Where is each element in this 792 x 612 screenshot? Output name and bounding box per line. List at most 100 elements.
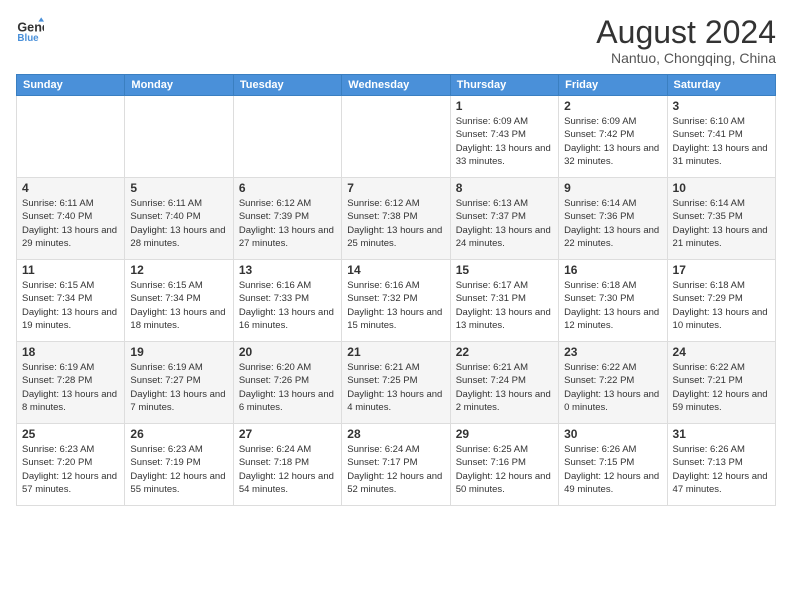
table-row: 21Sunrise: 6:21 AM Sunset: 7:25 PM Dayli… xyxy=(342,342,450,424)
day-number: 19 xyxy=(130,345,227,359)
day-number: 28 xyxy=(347,427,444,441)
day-info: Sunrise: 6:24 AM Sunset: 7:17 PM Dayligh… xyxy=(347,443,444,496)
table-row: 27 Sunrise: 6:24 AM Sunset: 7:18 PM Dayli… xyxy=(233,424,341,506)
day-number: 18 xyxy=(22,345,119,359)
day-number: 17 xyxy=(673,263,770,277)
col-friday: Friday xyxy=(559,75,667,96)
table-row: 8Sunrise: 6:13 AM Sunset: 7:37 PM Daylig… xyxy=(450,178,558,260)
table-row: 13 Sunrise: 6:16 AM Sunset: 7:33 PM Dayli… xyxy=(233,260,341,342)
table-row: 16 Sunrise: 6:18 AM Sunset: 7:30 PM Dayli… xyxy=(559,260,667,342)
day-number: 30 xyxy=(564,427,661,441)
day-info: Sunrise: 6:12 AM Sunset: 7:38 PM Dayligh… xyxy=(347,197,444,250)
day-info: Sunrise: 6:21 AM Sunset: 7:24 PM Dayligh… xyxy=(456,361,553,414)
table-row: 1 Sunrise: 6:09 AM Sunset: 7:43 PM Daylig… xyxy=(450,96,558,178)
day-number: 15 xyxy=(456,263,553,277)
day-number: 25 xyxy=(22,427,119,441)
month-year: August 2024 xyxy=(596,16,776,48)
day-info: Sunrise: 6:17 AM Sunset: 7:31 PM Dayligh… xyxy=(456,279,553,332)
table-row: 11 Sunrise: 6:15 AM Sunset: 7:34 PM Dayli… xyxy=(17,260,125,342)
table-row: 19Sunrise: 6:19 AM Sunset: 7:27 PM Dayli… xyxy=(125,342,233,424)
table-row: 4 Sunrise: 6:11 AM Sunset: 7:40 PM Daylig… xyxy=(17,178,125,260)
day-number: 2 xyxy=(564,99,661,113)
table-row: 6Sunrise: 6:12 AM Sunset: 7:39 PM Daylig… xyxy=(233,178,341,260)
day-number: 11 xyxy=(22,263,119,277)
table-row xyxy=(233,96,341,178)
day-info: Sunrise: 6:15 AM Sunset: 7:34 PM Dayligh… xyxy=(22,279,119,332)
day-info: Sunrise: 6:18 AM Sunset: 7:30 PM Dayligh… xyxy=(564,279,661,332)
table-row: 15 Sunrise: 6:17 AM Sunset: 7:31 PM Dayli… xyxy=(450,260,558,342)
day-number: 7 xyxy=(347,181,444,195)
col-thursday: Thursday xyxy=(450,75,558,96)
day-info: Sunrise: 6:11 AM Sunset: 7:40 PM Dayligh… xyxy=(22,197,119,250)
day-info: Sunrise: 6:14 AM Sunset: 7:36 PM Dayligh… xyxy=(564,197,661,250)
day-info: Sunrise: 6:18 AM Sunset: 7:29 PM Dayligh… xyxy=(673,279,770,332)
svg-text:General: General xyxy=(17,20,44,34)
day-info: Sunrise: 6:24 AM Sunset: 7:18 PM Dayligh… xyxy=(239,443,336,496)
logo: General Blue xyxy=(16,16,44,44)
day-number: 26 xyxy=(130,427,227,441)
day-number: 20 xyxy=(239,345,336,359)
day-info: Sunrise: 6:09 AM Sunset: 7:43 PM Dayligh… xyxy=(456,115,553,168)
day-info: Sunrise: 6:10 AM Sunset: 7:41 PM Dayligh… xyxy=(673,115,770,168)
page-container: General Blue August 2024 Nantuo, Chongqi… xyxy=(0,0,792,612)
day-info: Sunrise: 6:16 AM Sunset: 7:32 PM Dayligh… xyxy=(347,279,444,332)
table-row xyxy=(125,96,233,178)
day-number: 12 xyxy=(130,263,227,277)
day-info: Sunrise: 6:15 AM Sunset: 7:34 PM Dayligh… xyxy=(130,279,227,332)
table-row: 20 Sunrise: 6:20 AM Sunset: 7:26 PM Dayli… xyxy=(233,342,341,424)
table-row xyxy=(342,96,450,178)
table-row: 18 Sunrise: 6:19 AM Sunset: 7:28 PM Dayli… xyxy=(17,342,125,424)
day-number: 31 xyxy=(673,427,770,441)
location: Nantuo, Chongqing, China xyxy=(596,50,776,66)
table-row: 31 Sunrise: 6:26 AM Sunset: 7:13 PM Dayli… xyxy=(667,424,775,506)
svg-text:Blue: Blue xyxy=(17,33,39,44)
day-info: Sunrise: 6:22 AM Sunset: 7:22 PM Dayligh… xyxy=(564,361,661,414)
day-number: 13 xyxy=(239,263,336,277)
table-row: 10 Sunrise: 6:14 AM Sunset: 7:35 PM Dayli… xyxy=(667,178,775,260)
table-row: 24Sunrise: 6:22 AM Sunset: 7:21 PM Dayli… xyxy=(667,342,775,424)
day-number: 3 xyxy=(673,99,770,113)
day-info: Sunrise: 6:14 AM Sunset: 7:35 PM Dayligh… xyxy=(673,197,770,250)
table-row: 30 Sunrise: 6:26 AM Sunset: 7:15 PM Dayli… xyxy=(559,424,667,506)
day-number: 22 xyxy=(456,345,553,359)
table-row: 3 Sunrise: 6:10 AM Sunset: 7:41 PM Daylig… xyxy=(667,96,775,178)
day-number: 16 xyxy=(564,263,661,277)
table-row: 2 Sunrise: 6:09 AM Sunset: 7:42 PM Daylig… xyxy=(559,96,667,178)
day-info: Sunrise: 6:26 AM Sunset: 7:15 PM Dayligh… xyxy=(564,443,661,496)
day-number: 14 xyxy=(347,263,444,277)
table-row: 14 Sunrise: 6:16 AM Sunset: 7:32 PM Dayli… xyxy=(342,260,450,342)
logo-icon: General Blue xyxy=(16,16,44,44)
title-block: August 2024 Nantuo, Chongqing, China xyxy=(596,16,776,66)
day-number: 5 xyxy=(130,181,227,195)
day-info: Sunrise: 6:11 AM Sunset: 7:40 PM Dayligh… xyxy=(130,197,227,250)
day-info: Sunrise: 6:25 AM Sunset: 7:16 PM Dayligh… xyxy=(456,443,553,496)
day-info: Sunrise: 6:19 AM Sunset: 7:28 PM Dayligh… xyxy=(22,361,119,414)
table-row: 17 Sunrise: 6:18 AM Sunset: 7:29 PM Dayli… xyxy=(667,260,775,342)
table-row: 26Sunrise: 6:23 AM Sunset: 7:19 PM Dayli… xyxy=(125,424,233,506)
day-number: 9 xyxy=(564,181,661,195)
day-info: Sunrise: 6:09 AM Sunset: 7:42 PM Dayligh… xyxy=(564,115,661,168)
header: General Blue August 2024 Nantuo, Chongqi… xyxy=(16,16,776,66)
table-row xyxy=(17,96,125,178)
day-info: Sunrise: 6:20 AM Sunset: 7:26 PM Dayligh… xyxy=(239,361,336,414)
table-row: 5 Sunrise: 6:11 AM Sunset: 7:40 PM Daylig… xyxy=(125,178,233,260)
day-info: Sunrise: 6:23 AM Sunset: 7:20 PM Dayligh… xyxy=(22,443,119,496)
calendar-header-row: Sunday Monday Tuesday Wednesday Thursday… xyxy=(17,75,776,96)
day-number: 27 xyxy=(239,427,336,441)
table-row: 22 Sunrise: 6:21 AM Sunset: 7:24 PM Dayli… xyxy=(450,342,558,424)
day-number: 1 xyxy=(456,99,553,113)
day-number: 29 xyxy=(456,427,553,441)
day-number: 10 xyxy=(673,181,770,195)
day-info: Sunrise: 6:16 AM Sunset: 7:33 PM Dayligh… xyxy=(239,279,336,332)
col-saturday: Saturday xyxy=(667,75,775,96)
table-row: 29 Sunrise: 6:25 AM Sunset: 7:16 PM Dayli… xyxy=(450,424,558,506)
calendar-table: Sunday Monday Tuesday Wednesday Thursday… xyxy=(16,74,776,506)
col-wednesday: Wednesday xyxy=(342,75,450,96)
col-monday: Monday xyxy=(125,75,233,96)
day-info: Sunrise: 6:12 AM Sunset: 7:39 PM Dayligh… xyxy=(239,197,336,250)
day-info: Sunrise: 6:26 AM Sunset: 7:13 PM Dayligh… xyxy=(673,443,770,496)
day-info: Sunrise: 6:13 AM Sunset: 7:37 PM Dayligh… xyxy=(456,197,553,250)
day-info: Sunrise: 6:22 AM Sunset: 7:21 PM Dayligh… xyxy=(673,361,770,414)
table-row: 7 Sunrise: 6:12 AM Sunset: 7:38 PM Daylig… xyxy=(342,178,450,260)
day-number: 4 xyxy=(22,181,119,195)
